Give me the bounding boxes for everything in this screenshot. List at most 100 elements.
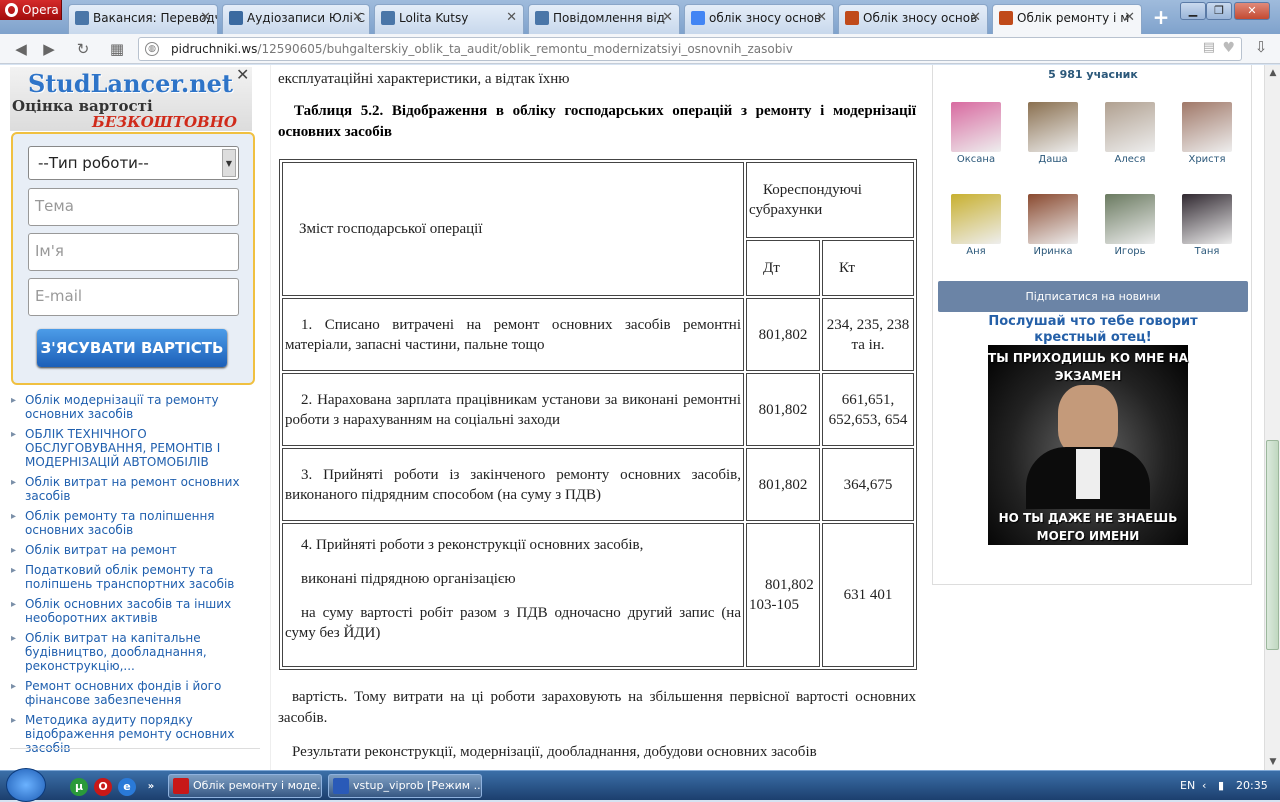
tab-4[interactable]: Повідомлення від ✕	[528, 4, 680, 34]
related-link[interactable]: Податковий облік ремонту та поліпшень тр…	[10, 563, 260, 591]
name-input[interactable]: Ім'я	[28, 233, 239, 271]
member-name[interactable]: Аня	[941, 246, 1011, 257]
start-button[interactable]	[6, 768, 46, 802]
downloads-icon[interactable]: ⇩	[1250, 38, 1272, 60]
email-input[interactable]: E-mail	[28, 278, 239, 316]
related-link[interactable]: Облік витрат на ремонт основних засобів	[10, 475, 260, 503]
opera-icon[interactable]: O	[94, 778, 112, 796]
close-tab-icon[interactable]: ✕	[970, 5, 981, 31]
ie-icon[interactable]: e	[118, 778, 136, 796]
member-name[interactable]: Иринка	[1018, 246, 1088, 257]
member-avatar[interactable]	[951, 102, 1001, 152]
member-name[interactable]: Оксана	[941, 154, 1011, 165]
subscribe-button[interactable]: Підписатися на новини	[938, 281, 1248, 312]
after-paragraph-1: вартість. Тому витрати на ці роботи зара…	[278, 689, 916, 726]
word-icon	[333, 778, 349, 794]
related-link[interactable]: ОБЛІК ТЕХНІЧНОГО ОБСЛУГОВУВАННЯ, РЕМОНТІ…	[10, 427, 260, 469]
member-avatar[interactable]	[1105, 194, 1155, 244]
member-avatar[interactable]	[1028, 102, 1078, 152]
scroll-thumb[interactable]	[1266, 440, 1279, 650]
member-avatar[interactable]	[1105, 102, 1155, 152]
related-link[interactable]: Облік витрат на капітальне будівництво, …	[10, 631, 260, 673]
member-name[interactable]: Алеся	[1095, 154, 1165, 165]
close-tab-icon[interactable]: ✕	[816, 5, 827, 31]
related-link[interactable]: Облік модернізації та ремонту основних з…	[10, 393, 260, 421]
studlancer-ad-banner[interactable]: StudLancer.net Оцінка вартості БЕЗКОШТОВ…	[10, 67, 252, 131]
close-tab-icon[interactable]: ✕	[506, 5, 517, 31]
member-name[interactable]: Христя	[1172, 154, 1242, 165]
tab-2[interactable]: Аудіозаписи Юлі С ✕	[222, 4, 370, 34]
opera-logo-icon	[5, 3, 18, 17]
scroll-down-icon[interactable]: ▼	[1265, 754, 1280, 770]
member-name[interactable]: Игорь	[1095, 246, 1165, 257]
clock[interactable]: 20:35	[1236, 779, 1268, 792]
site-info-icon[interactable]: ◍	[145, 42, 159, 56]
network-icon[interactable]: ▮	[1218, 779, 1224, 792]
header-corr: Кореспондуючі субрахунки	[746, 162, 914, 238]
close-tab-icon[interactable]: ✕	[662, 5, 673, 31]
close-tab-icon[interactable]: ✕	[352, 5, 363, 31]
related-link[interactable]: Облік ремонту та поліпшення основних зас…	[10, 509, 260, 537]
related-links-list: Облік модернізації та ремонту основних з…	[10, 393, 260, 761]
utorrent-icon[interactable]: µ	[70, 778, 88, 796]
tab-1[interactable]: Вакансия: Переводч ✕	[68, 4, 218, 34]
meme-figure	[1058, 385, 1118, 455]
member-avatar[interactable]	[1182, 194, 1232, 244]
new-tab-button[interactable]: +	[1150, 7, 1172, 29]
taskbar-window-label: Облік ремонту і моде...	[193, 779, 322, 792]
heart-icon[interactable]: ♥	[1222, 40, 1235, 56]
language-indicator[interactable]: EN	[1180, 779, 1195, 792]
maximize-button[interactable]: ❐	[1206, 2, 1232, 20]
speed-dial-icon[interactable]: ▦	[106, 38, 128, 60]
table-row: 1. Списано витрачені на ремонт основних …	[282, 298, 914, 371]
promo-link[interactable]: Послушай что тебе говорит крестный отец!	[973, 314, 1213, 346]
member-avatar[interactable]	[1028, 194, 1078, 244]
tray-expand-icon[interactable]: ‹	[1202, 779, 1206, 792]
close-tab-icon[interactable]: ✕	[200, 5, 211, 31]
member-avatar[interactable]	[1182, 102, 1232, 152]
tab-label: Повідомлення від	[553, 11, 665, 25]
minimize-button[interactable]: ▁	[1180, 2, 1206, 20]
meme-top-text: ТЫ ПРИХОДИШЬ КО МНЕ НА ЭКЗАМЕН	[988, 351, 1188, 383]
member-name[interactable]: Даша	[1018, 154, 1088, 165]
related-link[interactable]: Облік основних засобів та інших необорот…	[10, 597, 260, 625]
row-text: 3. Прийняті роботи із закінченого ремонт…	[282, 448, 744, 521]
vk-icon	[381, 11, 395, 25]
member-avatar[interactable]	[951, 194, 1001, 244]
close-window-button[interactable]: ✕	[1234, 2, 1270, 20]
page-scrollbar[interactable]: ▲ ▼	[1264, 65, 1280, 770]
opera-menu-label: Opera	[22, 3, 59, 17]
bookmark-icon[interactable]: ▤	[1203, 40, 1215, 55]
taskbar-window[interactable]: vstup_viprob [Режим ...	[328, 774, 482, 798]
work-type-select[interactable]: --Тип роботи-- ▼	[28, 146, 239, 180]
tab-7[interactable]: Облік ремонту і м ✕	[992, 4, 1142, 35]
related-link[interactable]: Ремонт основних фондів і його фінансове …	[10, 679, 260, 707]
show-more-icon[interactable]: »	[142, 778, 160, 796]
tab-6[interactable]: Облік зносу основ ✕	[838, 4, 988, 34]
close-tab-icon[interactable]: ✕	[1124, 5, 1135, 31]
back-icon[interactable]: ◀	[10, 38, 32, 60]
book-icon	[845, 11, 859, 25]
address-field[interactable]: ◍ pidruchniki.ws/12590605/buhgalterskiy_…	[138, 37, 1242, 61]
close-ad-icon[interactable]: ✕	[236, 67, 252, 83]
get-price-button[interactable]: З'ЯСУВАТИ ВАРТІСТЬ	[37, 329, 227, 367]
row-kt: 364,675	[822, 448, 914, 521]
topic-input[interactable]: Тема	[28, 188, 239, 226]
tab-label: Аудіозаписи Юлі С	[247, 11, 366, 25]
related-link[interactable]: Облік витрат на ремонт	[10, 543, 260, 558]
member-name[interactable]: Таня	[1172, 246, 1242, 257]
reload-icon[interactable]: ↻	[72, 38, 94, 60]
forward-icon[interactable]: ▶	[38, 38, 60, 60]
operations-table: Зміст господарської операції Кореспондую…	[279, 159, 917, 670]
opera-menu-button[interactable]: Opera	[0, 0, 62, 20]
ad-order-form: --Тип роботи-- ▼ Тема Ім'я E-mail З'ЯСУВ…	[11, 132, 255, 385]
members-count[interactable]: 5 981 учасник	[933, 68, 1253, 81]
meme-image[interactable]: ТЫ ПРИХОДИШЬ КО МНЕ НА ЭКЗАМЕН НО ТЫ ДАЖ…	[988, 345, 1188, 545]
row-kt: 234, 235, 238 та ін.	[822, 298, 914, 371]
tab-5[interactable]: облік зносу основ ✕	[684, 4, 834, 34]
scroll-up-icon[interactable]: ▲	[1265, 65, 1280, 81]
taskbar-window[interactable]: Облік ремонту і моде...	[168, 774, 322, 798]
tab-3[interactable]: Lolita Kutsy ✕	[374, 4, 524, 34]
web-page: StudLancer.net Оцінка вартості БЕЗКОШТОВ…	[0, 65, 1264, 770]
row4-text: 4. Прийняті роботи з реконструкції основ…	[282, 523, 744, 667]
